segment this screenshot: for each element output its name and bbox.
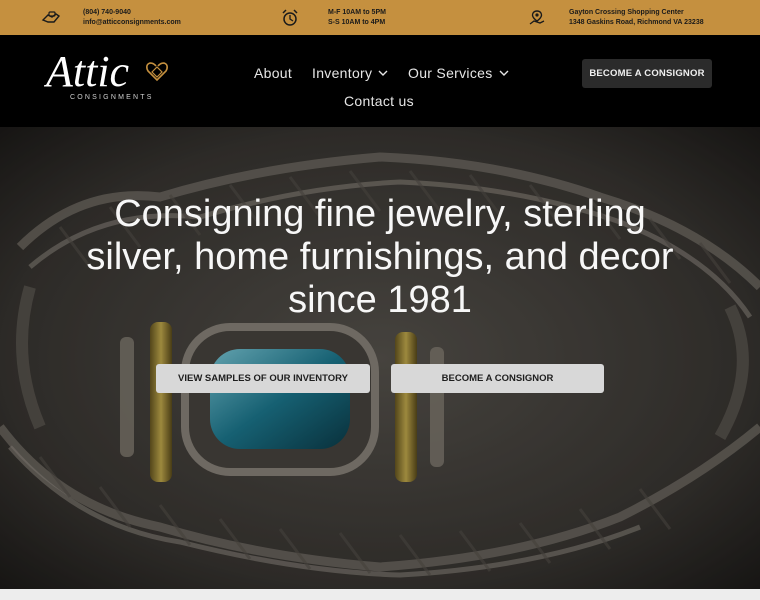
- hero-headline: Consigning fine jewelry, sterling silver…: [30, 193, 730, 322]
- email-link[interactable]: info@atticconsignments.com: [83, 19, 181, 26]
- headline-line-1: Consigning fine jewelry, sterling: [114, 193, 646, 235]
- hours-weekday: M-F 10AM to 5PM: [328, 9, 386, 16]
- become-consignor-nav-button[interactable]: BECOME A CONSIGNOR: [582, 59, 712, 88]
- nav-contact-label: Contact us: [344, 93, 414, 109]
- nav-services-label: Our Services: [408, 65, 493, 81]
- phone-link[interactable]: (804) 740-9040: [83, 9, 181, 16]
- chevron-down-icon: [378, 70, 388, 76]
- site-logo[interactable]: Attic CONSIGNMENTS: [43, 44, 184, 104]
- nav-services[interactable]: Our Services: [408, 65, 509, 81]
- hours-weekend: S-S 10AM to 4PM: [328, 19, 386, 26]
- address[interactable]: 1348 Gaskins Road, Richmond VA 23238: [569, 19, 704, 26]
- headline-line-3: since 1981: [288, 279, 472, 321]
- section-divider: [0, 589, 760, 600]
- phone-hand-icon: [40, 7, 62, 29]
- logo-text: Attic: [44, 47, 130, 96]
- view-inventory-button[interactable]: VIEW SAMPLES OF OUR INVENTORY: [156, 364, 370, 393]
- hours-group: M-F 10AM to 5PM S-S 10AM to 4PM: [279, 0, 386, 35]
- nav-inventory[interactable]: Inventory: [312, 65, 388, 81]
- alarm-clock-icon: [279, 7, 301, 29]
- logo-subtext: CONSIGNMENTS: [70, 94, 154, 101]
- location-name[interactable]: Gayton Crossing Shopping Center: [569, 9, 704, 16]
- contact-group: (804) 740-9040 info@atticconsignments.co…: [40, 0, 181, 35]
- map-location-icon: [526, 7, 548, 29]
- headline-line-2: silver, home furnishings, and decor: [86, 236, 674, 278]
- nav-about-label: About: [254, 65, 293, 81]
- nav-contact[interactable]: Contact us: [344, 93, 414, 109]
- become-consignor-hero-button[interactable]: BECOME A CONSIGNOR: [391, 364, 604, 393]
- nav-about[interactable]: About: [254, 65, 292, 81]
- hero-section: Consigning fine jewelry, sterling silver…: [0, 127, 760, 589]
- top-info-bar: (804) 740-9040 info@atticconsignments.co…: [0, 0, 760, 35]
- chevron-down-icon: [499, 70, 509, 76]
- location-group: Gayton Crossing Shopping Center 1348 Gas…: [526, 0, 704, 35]
- nav-inventory-label: Inventory: [312, 65, 373, 81]
